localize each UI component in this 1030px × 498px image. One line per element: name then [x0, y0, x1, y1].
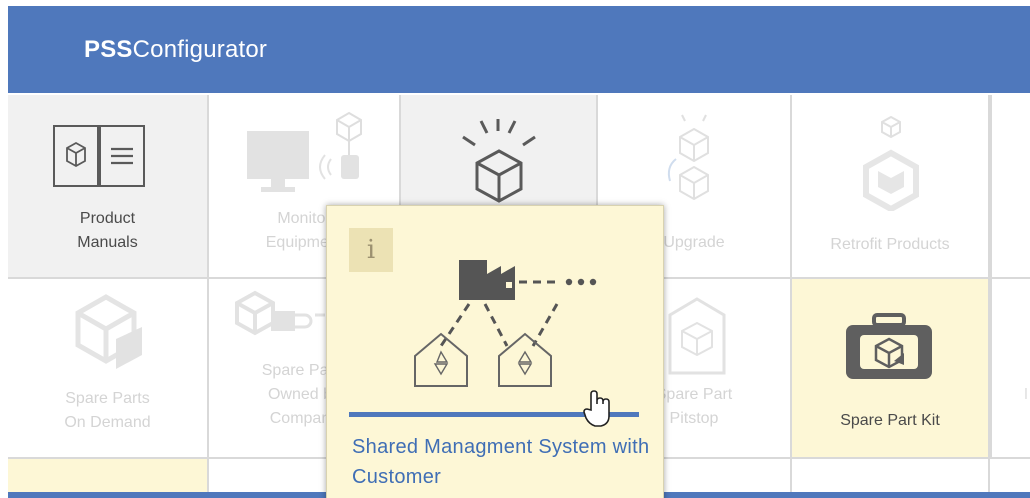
retrofit-icon — [863, 115, 919, 211]
popup-title[interactable]: Shared Managment System with Customer — [352, 432, 652, 492]
shared-management-diagram-icon — [414, 260, 597, 387]
tile-partial-right-2[interactable]: I — [990, 279, 1030, 459]
tile-label: Retrofit Products — [830, 236, 950, 253]
tile-label: Spare Parts On Demand — [64, 390, 151, 431]
info-popup[interactable]: i Shared Managment System with Customer — [326, 205, 664, 498]
monitor-icon — [247, 111, 362, 192]
toolcase-icon — [846, 313, 932, 379]
tile-spare-parts-on-demand[interactable]: Spare Parts On Demand — [8, 279, 209, 459]
tile-retrofit-products[interactable]: Retrofit Products — [792, 95, 990, 279]
tile-label-partial: I — [1023, 386, 1029, 403]
tile-product-manuals[interactable]: Product Manuals — [8, 95, 209, 279]
product-spark-icon — [462, 119, 536, 203]
spare-chain-icon — [235, 290, 325, 336]
tile-partial-right[interactable] — [990, 95, 1030, 279]
tile-label: Product Manuals — [77, 210, 138, 251]
tile-label: Spare Part Kit — [840, 412, 940, 429]
app-title-bold: PSS — [84, 35, 133, 63]
manual-book-icon — [53, 125, 145, 187]
app-frame: PSSConfigurator Product Manuals Monitor … — [8, 6, 1030, 498]
info-icon[interactable]: i — [349, 228, 393, 272]
pitstop-icon — [668, 297, 726, 375]
spare-box-icon — [75, 294, 142, 369]
app-header: PSSConfigurator — [8, 6, 1030, 93]
app-title: PSSConfigurator — [84, 36, 267, 64]
app-title-rest: Configurator — [132, 35, 268, 63]
tile-spare-part-kit[interactable]: Spare Part Kit — [792, 279, 990, 459]
upgrade-icon — [667, 114, 709, 201]
hand-cursor-icon — [583, 390, 610, 427]
